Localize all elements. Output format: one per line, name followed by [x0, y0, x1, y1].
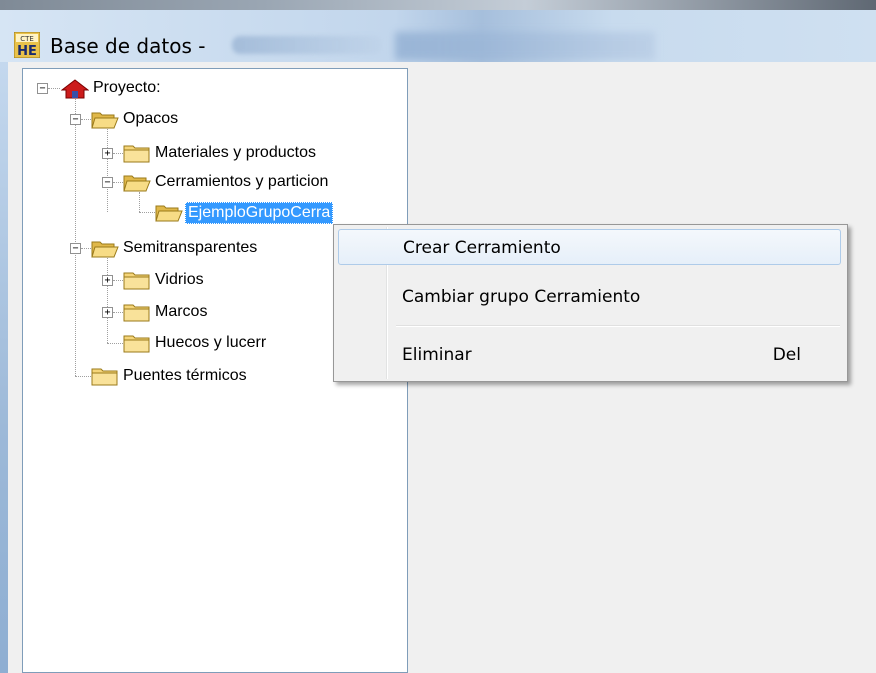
menu-item-label: Cambiar grupo Cerramiento: [402, 287, 641, 307]
tree-item-label: Marcos: [155, 303, 208, 320]
house-icon: [61, 79, 89, 99]
menu-item-label: Crear Cerramiento: [403, 238, 561, 258]
tree-connector: [113, 280, 123, 281]
svg-text:HE: HE: [17, 44, 37, 58]
tree-connector: [107, 129, 108, 212]
tree-connector: [107, 343, 123, 344]
expand-toggle-vidrios[interactable]: +: [102, 275, 113, 286]
tree-connector: [113, 153, 123, 154]
collapse-toggle-semitransparentes[interactable]: −: [70, 243, 81, 254]
collapse-toggle-cerramientos[interactable]: −: [102, 177, 113, 188]
folder-open-icon: [155, 205, 183, 222]
taskbar-strip: [0, 0, 876, 10]
svg-text:CTE: CTE: [20, 35, 34, 43]
tree-item-label-selected: EjemploGrupoCerra: [185, 202, 334, 224]
tree-connector: [81, 248, 91, 249]
folder-icon: [91, 368, 118, 386]
folder-icon: [123, 272, 150, 290]
tree-connector: [113, 182, 123, 183]
menu-separator: [396, 325, 840, 327]
expand-toggle-materiales[interactable]: +: [102, 148, 113, 159]
tree-connector: [139, 212, 155, 213]
expand-toggle-marcos[interactable]: +: [102, 307, 113, 318]
window-title: Base de datos -: [50, 34, 206, 58]
tree-connector: [48, 88, 60, 89]
tree-item-label: Huecos y lucerr: [155, 334, 267, 351]
tree-connector: [107, 258, 108, 343]
collapse-toggle-opacos[interactable]: −: [70, 114, 81, 125]
folder-icon: [123, 304, 150, 322]
tree-item-label: Proyecto:: [93, 79, 161, 96]
folder-open-icon: [91, 112, 119, 129]
tree-connector: [75, 376, 91, 377]
title-obscured-region-2: [395, 32, 655, 60]
menu-item-crear-cerramiento[interactable]: Crear Cerramiento: [338, 229, 841, 265]
menu-item-shortcut: Del: [772, 345, 801, 365]
menu-item-label: Eliminar: [402, 345, 472, 365]
collapse-toggle-proyecto[interactable]: −: [37, 83, 48, 94]
tree-item-label: Opacos: [123, 110, 179, 127]
tree-connector: [81, 119, 91, 120]
tree-item-label: Cerramientos y particion: [155, 173, 329, 190]
tree-item-label: Vidrios: [155, 271, 204, 288]
tree-item-label: Semitransparentes: [123, 239, 258, 256]
menu-item-cambiar-grupo[interactable]: Cambiar grupo Cerramiento: [338, 279, 841, 315]
window-border: [0, 62, 8, 673]
tree-connector: [113, 312, 123, 313]
title-obscured-region: [232, 36, 382, 54]
folder-icon: [123, 335, 150, 353]
tree-item-label: Puentes térmicos: [123, 367, 247, 384]
tree-item-label: Materiales y productos: [155, 144, 316, 161]
tree-connector: [139, 192, 140, 212]
folder-icon: [123, 145, 150, 163]
tree-connector: [75, 99, 76, 376]
title-bar[interactable]: CTE HE Base de datos -: [0, 10, 876, 62]
menu-item-eliminar[interactable]: Eliminar Del: [338, 337, 841, 373]
context-menu: Crear Cerramiento Cambiar grupo Cerramie…: [333, 224, 848, 382]
cte-he-app-icon: CTE HE: [14, 32, 40, 58]
folder-open-icon: [123, 175, 151, 192]
application-window: CTE HE Base de datos - − Proyecto: − Opa…: [0, 0, 876, 673]
folder-open-icon: [91, 241, 119, 258]
